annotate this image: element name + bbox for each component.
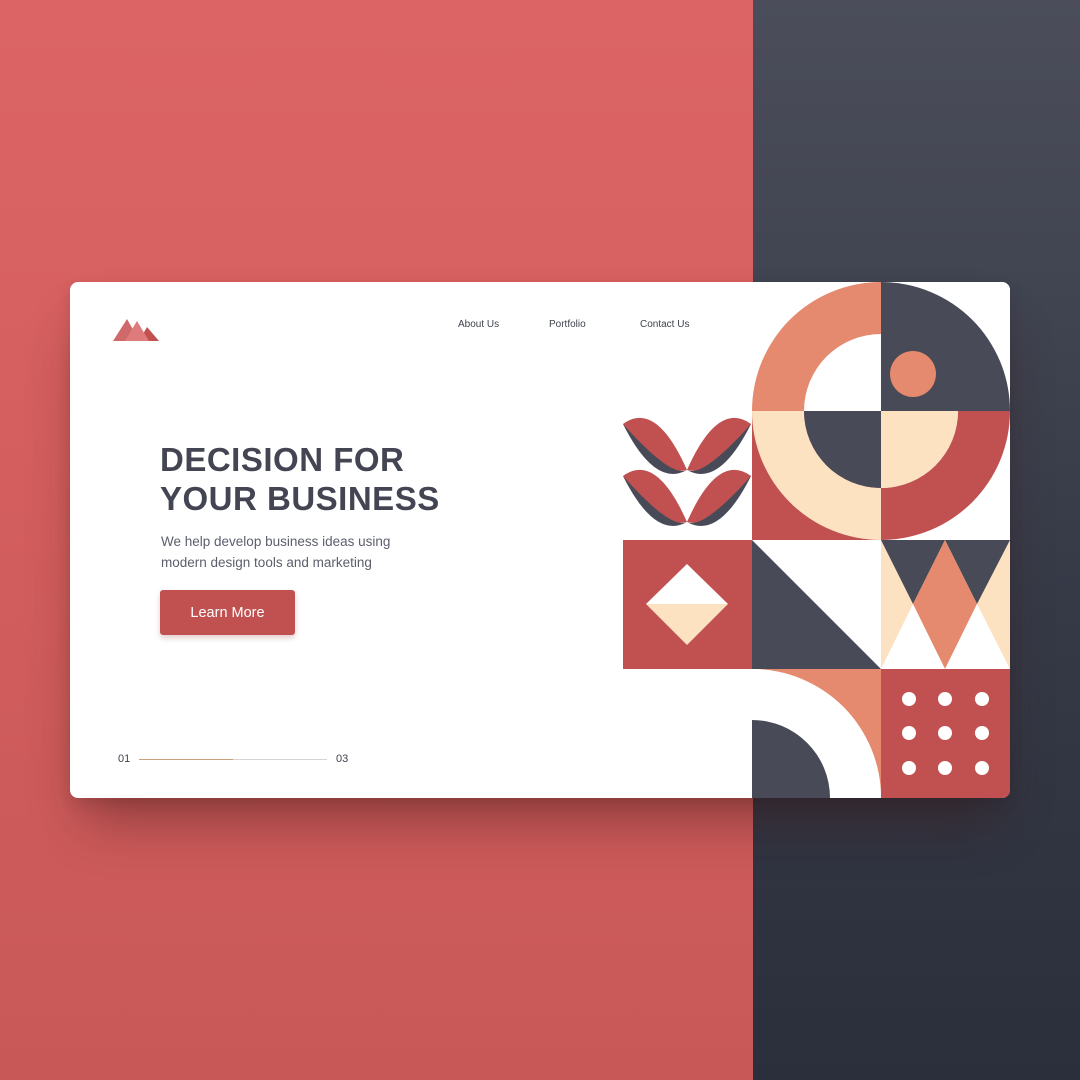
hero-subtext-line-2: modern design tools and marketing: [161, 555, 372, 570]
pager-progress-fill: [139, 759, 233, 760]
hero-headline-line-2: YOUR BUSINESS: [160, 480, 440, 517]
hero-subtext-line-1: We help develop business ideas using: [161, 534, 391, 549]
pager-current-number: 01: [118, 753, 131, 765]
tile-slate-quarter: [881, 282, 1010, 411]
landing-page-card: About Us Portfolio Contact Us DECISION F…: [70, 282, 1010, 798]
hero-headline-line-1: DECISION FOR: [160, 441, 405, 478]
tile-arc-salmon: [752, 669, 881, 798]
hero-headline: DECISION FOR YOUR BUSINESS: [160, 440, 600, 518]
learn-more-button[interactable]: Learn More: [160, 590, 295, 635]
tile-red-ring: [881, 411, 1010, 540]
nav-portfolio-link[interactable]: Portfolio: [549, 319, 586, 330]
hero-subtext: We help develop business ideas using mod…: [161, 531, 461, 573]
geometric-pattern-illustration: [623, 282, 1010, 798]
tile-salmon-ring: [752, 282, 881, 411]
salmon-dot-icon: [890, 351, 936, 397]
tile-diamond: [623, 540, 752, 669]
tile-cream-ring: [752, 411, 881, 540]
tile-dot-grid: [881, 669, 1010, 798]
leaf-pair-bottom: [623, 469, 751, 526]
tile-triangle: [752, 540, 881, 669]
tile-zigzag: [881, 540, 1010, 669]
pager-progress-track[interactable]: [139, 759, 327, 760]
leaf-pair-top: [623, 417, 751, 474]
pager-total-number: 03: [336, 753, 349, 765]
nav-about-us-link[interactable]: About Us: [458, 319, 499, 330]
